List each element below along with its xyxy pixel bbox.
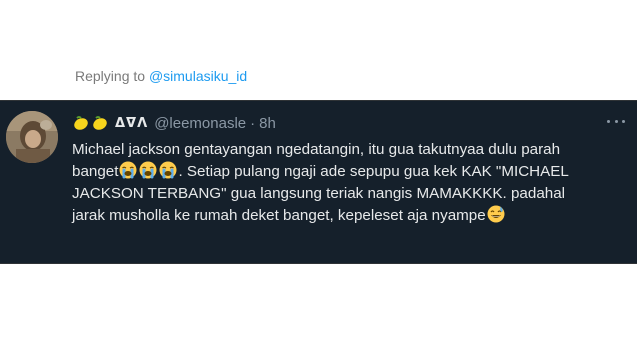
screenshot: Replying to @simulasiku_id ᐃᐁᐱ @leemonas…: [0, 0, 640, 360]
display-name[interactable]: ᐃᐁᐱ: [115, 116, 148, 131]
tweet-text: Michael jackson gentayangan ngedatangin,…: [72, 139, 617, 227]
tweet-text-line: jarak musholla ke rumah deket banget, ke…: [72, 205, 617, 227]
replying-to-line: Replying to @simulasiku_id: [75, 68, 247, 84]
tweet-text-segment: jarak musholla ke rumah deket banget, ke…: [72, 207, 486, 224]
tweet-text-segment: JACKSON TERBANG" gua langsung teriak nan…: [72, 185, 566, 202]
lemon-icon: [93, 116, 107, 130]
tweet-text-segment: banget: [72, 163, 119, 180]
loudly-crying-face-icon: [139, 161, 157, 179]
more-options-icon[interactable]: [607, 115, 625, 127]
replying-to-mention-link[interactable]: @simulasiku_id: [149, 68, 247, 84]
loudly-crying-face-icon: [119, 161, 137, 179]
tweet-header: ᐃᐁᐱ @leemonasle · 8h: [73, 113, 276, 133]
loudly-crying-face-icon: [159, 161, 177, 179]
tweet-text-line: Michael jackson gentayangan ngedatangin,…: [72, 139, 617, 161]
user-handle[interactable]: @leemonasle: [154, 115, 246, 132]
tweet-text-line: banget . Setiap pulang ngaji ade sepupu …: [72, 161, 617, 183]
tweet-text-segment: . Setiap pulang ngaji ade sepupu gua kek…: [178, 163, 569, 180]
avatar[interactable]: [6, 111, 58, 163]
lemon-icon: [74, 116, 88, 130]
grinning-face-with-sweat-icon: [487, 205, 505, 223]
separator-dot: ·: [250, 114, 256, 132]
tweet-timestamp[interactable]: 8h: [259, 115, 276, 132]
tweet-text-segment: Michael jackson gentayangan ngedatangin,…: [72, 141, 561, 158]
tweet-card[interactable]: ᐃᐁᐱ @leemonasle · 8h Michael jackson gen…: [0, 100, 637, 264]
tweet-text-line: JACKSON TERBANG" gua langsung teriak nan…: [72, 183, 617, 205]
replying-to-prefix: Replying to: [75, 68, 146, 84]
